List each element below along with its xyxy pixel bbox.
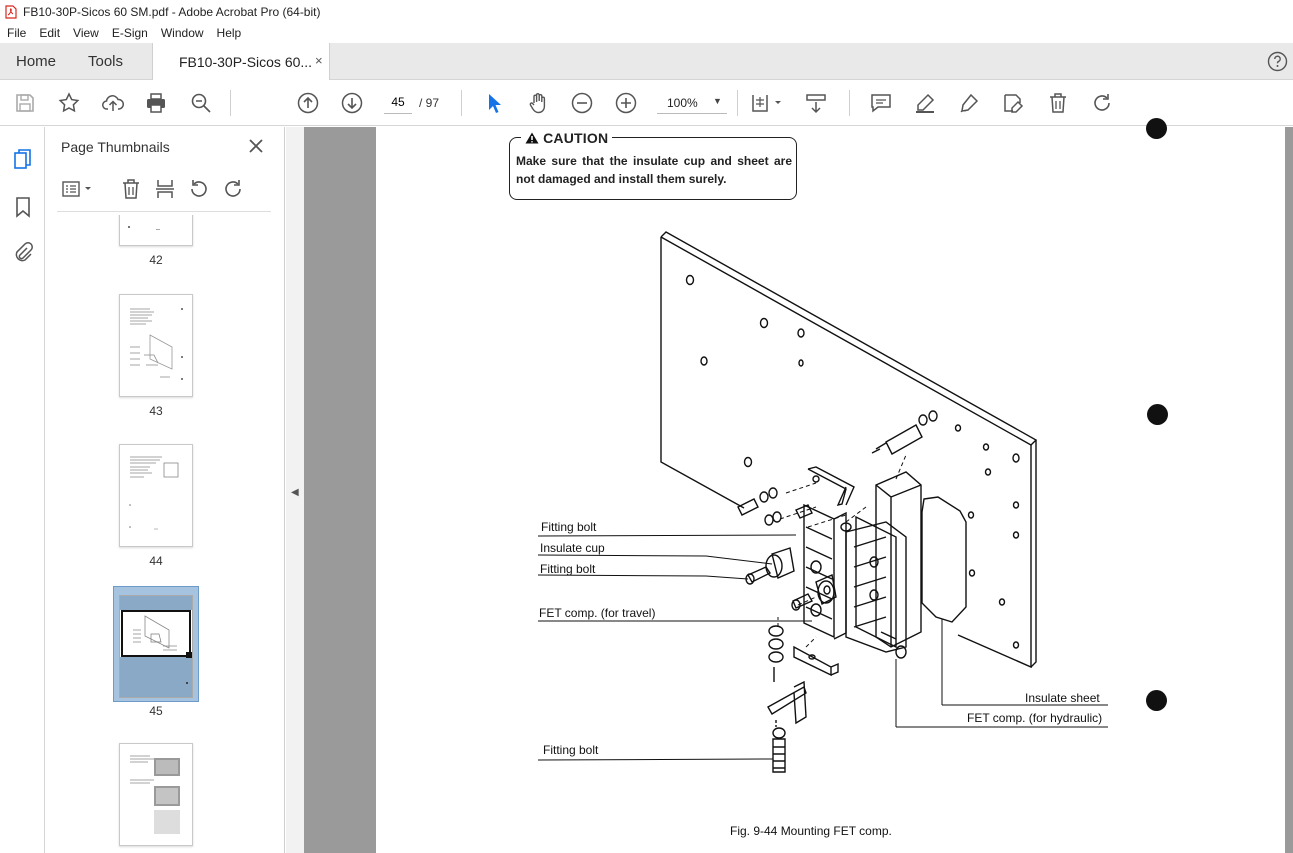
thumbnail-label: 45 bbox=[149, 704, 163, 718]
menu-help[interactable]: Help bbox=[210, 26, 248, 40]
binder-hole bbox=[1146, 118, 1167, 139]
thumbnail-label: 44 bbox=[149, 554, 163, 568]
fit-page-icon[interactable] bbox=[750, 91, 784, 115]
tab-close-icon[interactable]: × bbox=[315, 53, 323, 68]
label-insulate-sheet: Insulate sheet bbox=[1025, 691, 1100, 705]
tab-home[interactable]: Home bbox=[16, 53, 56, 70]
upload-cloud-icon[interactable] bbox=[101, 91, 125, 115]
comment-icon[interactable] bbox=[869, 91, 893, 115]
pdf-app-icon bbox=[5, 4, 17, 19]
thumbnail-page[interactable] bbox=[119, 743, 193, 846]
panel-collapse-handle[interactable]: ◀ bbox=[286, 127, 304, 853]
thumbnails-panel: Page Thumbnails 42 43 44 45 bbox=[45, 127, 319, 853]
rotate-left-icon[interactable] bbox=[187, 177, 211, 201]
thumbnail-label: 43 bbox=[149, 404, 163, 418]
draw-pen-icon[interactable] bbox=[957, 91, 981, 115]
label-fitting-bolt-middle: Fitting bolt bbox=[540, 562, 596, 576]
menu-edit[interactable]: Edit bbox=[32, 26, 66, 40]
title-bar: FB10-30P-Sicos 60 SM.pdf - Adobe Acrobat… bbox=[0, 0, 1293, 23]
label-fitting-bolt-top: Fitting bolt bbox=[541, 520, 597, 534]
save-icon[interactable] bbox=[13, 91, 37, 115]
thumbnail-page[interactable] bbox=[119, 444, 193, 547]
toolbar-divider bbox=[737, 90, 738, 116]
tab-bar: Home Tools FB10-30P-Sicos 60... × bbox=[0, 43, 1293, 80]
thumbnail-options-icon[interactable] bbox=[61, 177, 95, 201]
zoom-out-icon[interactable] bbox=[570, 91, 594, 115]
previous-page-icon[interactable] bbox=[296, 91, 320, 115]
bookmark-star-icon[interactable] bbox=[57, 91, 81, 115]
scroll-mode-icon[interactable] bbox=[804, 91, 828, 115]
page-total: / 97 bbox=[419, 96, 440, 110]
window-title: FB10-30P-Sicos 60 SM.pdf - Adobe Acrobat… bbox=[23, 4, 321, 19]
figure-caption: Fig. 9-44 Mounting FET comp. bbox=[730, 824, 892, 838]
next-page-icon[interactable] bbox=[340, 91, 364, 115]
tab-tools[interactable]: Tools bbox=[88, 53, 123, 70]
menu-bar: File Edit View E-Sign Window Help bbox=[0, 23, 1293, 43]
label-fitting-bolt-bottom: Fitting bolt bbox=[543, 743, 599, 757]
panel-toolbar bbox=[45, 173, 285, 209]
chevron-down-icon: ▼ bbox=[713, 96, 722, 106]
toolbar-divider bbox=[230, 90, 231, 116]
thumbnail-selected-highlight[interactable] bbox=[113, 586, 199, 702]
bookmarks-icon[interactable] bbox=[11, 195, 35, 219]
zoom-select[interactable]: 100% ▼ bbox=[657, 90, 727, 114]
tab-document[interactable]: FB10-30P-Sicos 60... × bbox=[152, 43, 330, 80]
menu-file[interactable]: File bbox=[0, 26, 32, 40]
zoom-search-icon[interactable] bbox=[189, 91, 213, 115]
insert-page-icon[interactable] bbox=[153, 177, 177, 201]
highlight-pen-icon[interactable] bbox=[913, 91, 937, 115]
menu-view[interactable]: View bbox=[66, 26, 105, 40]
binder-hole bbox=[1147, 404, 1168, 425]
edit-pdf-icon[interactable] bbox=[1001, 91, 1025, 115]
attachments-icon[interactable] bbox=[11, 240, 35, 264]
thumbnail-label: 42 bbox=[149, 253, 163, 267]
pdf-page: CAUTION Make sure that the insulate cup … bbox=[376, 118, 1285, 853]
label-insulate-cup: Insulate cup bbox=[540, 541, 605, 555]
chevron-left-icon: ◀ bbox=[291, 487, 299, 498]
delete-icon[interactable] bbox=[1046, 91, 1070, 115]
menu-esign[interactable]: E-Sign bbox=[105, 26, 154, 40]
page-number-input[interactable] bbox=[384, 90, 412, 114]
fet-mounting-diagram bbox=[537, 231, 1108, 773]
panel-title: Page Thumbnails bbox=[61, 139, 170, 155]
label-fet-travel: FET comp. (for travel) bbox=[539, 606, 656, 620]
toolbar-divider bbox=[849, 90, 850, 116]
panel-divider bbox=[57, 211, 271, 212]
thumbnail-page[interactable] bbox=[119, 294, 193, 397]
delete-page-icon[interactable] bbox=[119, 177, 143, 201]
zoom-value: 100% bbox=[667, 96, 698, 110]
hand-tool-icon[interactable] bbox=[526, 91, 550, 115]
redo-rotate-icon[interactable] bbox=[1090, 91, 1114, 115]
menu-window[interactable]: Window bbox=[154, 26, 210, 40]
tab-document-label: FB10-30P-Sicos 60... bbox=[179, 54, 313, 70]
toolbar-divider bbox=[461, 90, 462, 116]
binder-hole bbox=[1146, 690, 1167, 711]
thumbnail-page[interactable] bbox=[119, 215, 193, 246]
zoom-in-icon[interactable] bbox=[614, 91, 638, 115]
select-cursor-icon[interactable] bbox=[482, 91, 506, 115]
rotate-right-icon[interactable] bbox=[221, 177, 245, 201]
close-icon[interactable] bbox=[247, 137, 265, 155]
label-fet-hydraulic: FET comp. (for hydraulic) bbox=[967, 711, 1103, 725]
help-icon[interactable] bbox=[1267, 51, 1288, 72]
page-thumbnails-icon[interactable] bbox=[11, 147, 35, 171]
document-viewer[interactable]: CAUTION Make sure that the insulate cup … bbox=[304, 118, 1293, 853]
thumbnail-list: 42 43 44 45 bbox=[45, 215, 259, 853]
print-icon[interactable] bbox=[144, 91, 168, 115]
main-toolbar: / 97 100% ▼ bbox=[0, 80, 1293, 126]
left-rail bbox=[0, 127, 45, 853]
